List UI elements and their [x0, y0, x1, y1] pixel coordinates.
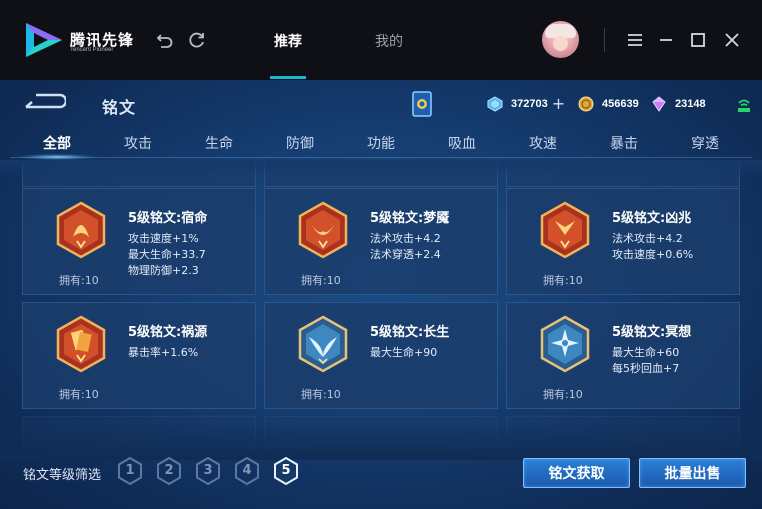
diamond-balance: 372703 + [487, 94, 565, 114]
inscription-card[interactable] [506, 160, 740, 187]
owned-count: 拥有:10 [543, 388, 583, 401]
blue-inscription-emblem-icon [539, 315, 591, 373]
inscription-name: 5级铭文:宿命 [128, 211, 208, 226]
tab-health[interactable]: 生命 [205, 133, 233, 153]
tabs-divider [10, 157, 752, 158]
inscription-stat: 攻击速度+0.6% [612, 248, 694, 261]
inscription-stat: 攻击速度+1% [128, 232, 199, 245]
menu-icon[interactable] [625, 30, 645, 50]
inscription-stat: 最大生命+90 [370, 346, 438, 359]
inscription-panel: 铭文 372703 + 456639 23148 全部 攻击 生命 防御 功能 … [0, 80, 762, 509]
inscription-card[interactable]: 5级铭文:宿命 攻击速度+1% 最大生命+33.7 物理防御+2.3 拥有:10 [22, 188, 256, 295]
inscription-grid[interactable]: 5级铭文:宿命 攻击速度+1% 最大生命+33.7 物理防御+2.3 拥有:10… [0, 160, 762, 460]
user-avatar[interactable] [542, 21, 579, 58]
crystal-balance: 23148 [651, 94, 706, 114]
tab-all[interactable]: 全部 [43, 133, 71, 153]
panel-header: 铭文 372703 + 456639 23148 [0, 80, 762, 126]
level-filter-3[interactable]: 3 [195, 456, 221, 486]
blue-inscription-emblem-icon [297, 315, 349, 373]
tab-critical[interactable]: 暴击 [610, 133, 638, 153]
brand-subtitle: Tencent Pioneer [70, 47, 114, 53]
inscription-card[interactable] [506, 416, 740, 460]
undo-icon[interactable] [155, 30, 175, 50]
crystal-value: 23148 [675, 98, 706, 110]
tencent-pioneer-logo-icon [24, 21, 64, 59]
active-tab-indicator [270, 76, 306, 79]
gold-coin-icon [578, 96, 594, 112]
back-arrow-icon[interactable] [24, 92, 68, 112]
purple-crystal-icon [652, 96, 666, 112]
inscription-stat: 法术穿透+2.4 [370, 248, 441, 261]
network-signal-icon [737, 94, 751, 114]
tab-penetration[interactable]: 穿透 [691, 133, 719, 153]
close-icon[interactable] [722, 30, 742, 50]
launcher-topbar: 腾讯先锋 Tencent Pioneer 推荐 我的 [0, 0, 762, 80]
inscription-stat: 每5秒回血+7 [612, 362, 680, 375]
diamond-value: 372703 [511, 98, 548, 110]
tab-lifesteal[interactable]: 吸血 [448, 133, 476, 153]
page-title: 铭文 [102, 98, 137, 117]
minimize-icon[interactable] [656, 30, 676, 50]
owned-count: 拥有:10 [59, 388, 99, 401]
level-filter-2[interactable]: 2 [156, 456, 182, 486]
level-filter-1[interactable]: 1 [117, 456, 143, 486]
inscription-stat: 物理防御+2.3 [128, 264, 199, 277]
inscription-card[interactable]: 5级铭文:梦魇 法术攻击+4.2 法术穿透+2.4 拥有:10 [264, 188, 498, 295]
inscription-card[interactable]: 5级铭文:凶兆 法术攻击+4.2 攻击速度+0.6% 拥有:10 [506, 188, 740, 295]
inscription-card[interactable]: 5级铭文:冥想 最大生命+60 每5秒回血+7 拥有:10 [506, 302, 740, 409]
tab-attack[interactable]: 攻击 [124, 133, 152, 153]
gold-balance: 456639 [578, 94, 639, 114]
inscription-name: 5级铭文:梦魇 [370, 211, 450, 226]
red-inscription-emblem-icon [297, 201, 349, 259]
red-inscription-emblem-icon [55, 201, 107, 259]
red-inscription-emblem-icon [55, 315, 107, 373]
inscription-stat: 暴击率+1.6% [128, 346, 199, 359]
owned-count: 拥有:10 [543, 274, 583, 287]
add-diamond-button[interactable]: + [552, 96, 565, 112]
inscription-card[interactable]: 5级铭文:祸源 暴击率+1.6% 拥有:10 [22, 302, 256, 409]
inscription-stat: 法术攻击+4.2 [370, 232, 441, 245]
inscription-name: 5级铭文:长生 [370, 325, 450, 340]
owned-count: 拥有:10 [301, 274, 341, 287]
gem-icon [487, 96, 503, 112]
tab-function[interactable]: 功能 [367, 133, 395, 153]
level-filter-4[interactable]: 4 [234, 456, 260, 486]
inscription-page-card-icon[interactable] [411, 90, 433, 118]
gold-value: 456639 [602, 98, 639, 110]
bulk-sell-button[interactable]: 批量出售 [639, 458, 746, 488]
owned-count: 拥有:10 [301, 388, 341, 401]
tab-defense[interactable]: 防御 [286, 133, 314, 153]
inscription-stat: 法术攻击+4.2 [612, 232, 683, 245]
inscription-name: 5级铭文:冥想 [612, 325, 692, 340]
inscription-stat: 最大生命+33.7 [128, 248, 206, 261]
panel-footer: 铭文等级筛选 1 2 3 4 5 铭文获取 批量出售 [0, 456, 762, 509]
owned-count: 拥有:10 [59, 274, 99, 287]
inscription-card[interactable] [22, 160, 256, 187]
obtain-inscription-button[interactable]: 铭文获取 [523, 458, 630, 488]
inscription-card[interactable] [22, 416, 256, 460]
nav-tab-recommend[interactable]: 推荐 [274, 31, 302, 51]
inscription-card[interactable]: 5级铭文:长生 最大生命+90 拥有:10 [264, 302, 498, 409]
tab-attack-speed[interactable]: 攻速 [529, 133, 557, 153]
inscription-name: 5级铭文:祸源 [128, 325, 208, 340]
category-tabs: 全部 攻击 生命 防御 功能 吸血 攻速 暴击 穿透 [0, 126, 762, 160]
inscription-card[interactable] [264, 416, 498, 460]
level-filter-5[interactable]: 5 [273, 456, 299, 486]
red-inscription-emblem-icon [539, 201, 591, 259]
nav-tab-mine[interactable]: 我的 [375, 31, 403, 51]
toolbar-divider [604, 28, 605, 52]
maximize-icon[interactable] [688, 30, 708, 50]
level-filter-label: 铭文等级筛选 [23, 468, 102, 483]
inscription-stat: 最大生命+60 [612, 346, 680, 359]
refresh-icon[interactable] [187, 30, 207, 50]
inscription-name: 5级铭文:凶兆 [612, 211, 692, 226]
inscription-card[interactable] [264, 160, 498, 187]
